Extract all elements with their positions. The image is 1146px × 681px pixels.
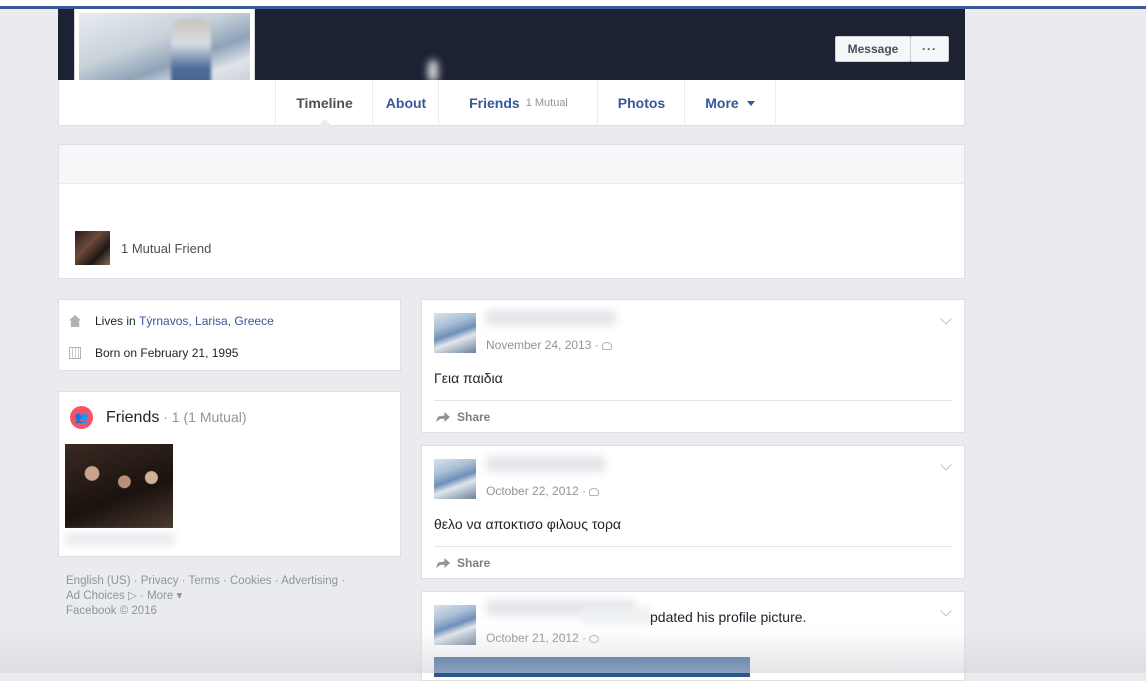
share-icon [436, 412, 450, 422]
footer-copyright: Facebook © 2016 [66, 605, 157, 617]
tab-about[interactable]: About [372, 80, 439, 125]
footer-line-2[interactable]: Ad Choices ▷ · More ▾ [66, 589, 386, 604]
share-button[interactable]: Share [436, 410, 490, 424]
post-timestamp[interactable]: November 24, 2013 · [486, 338, 612, 352]
post-image[interactable] [434, 657, 750, 677]
footer-links: English (US) · Privacy · Terms · Cookies… [66, 574, 386, 619]
mutual-friend-thumbnail[interactable] [75, 231, 110, 265]
more-options-button[interactable]: ··· [910, 36, 949, 62]
tab-photos[interactable]: Photos [597, 80, 685, 125]
tab-timeline[interactable]: Timeline [275, 80, 373, 126]
location-link[interactable]: Týrnavos, Larisa, Greece [139, 314, 274, 328]
post: pdated his profile picture. October 21, … [421, 591, 965, 681]
post-action-text: pdated his profile picture. [650, 609, 807, 625]
post-text: Γεια παιδια [434, 370, 503, 386]
tab-friends[interactable]: Friends 1 Mutual [438, 80, 598, 125]
message-button[interactable]: Message [835, 36, 911, 62]
caret-down-icon [746, 101, 755, 106]
mutual-friend-link[interactable]: 1 Mutual Friend [121, 241, 211, 256]
friends-audience-icon [601, 341, 612, 350]
chevron-down-icon[interactable] [940, 605, 952, 617]
post-timestamp[interactable]: October 22, 2012 · [486, 484, 600, 498]
calendar-icon [69, 347, 81, 359]
profile-nav: Timeline About Friends 1 Mutual Photos Mo… [58, 80, 965, 126]
post-timestamp[interactable]: October 21, 2012 · [486, 631, 600, 645]
home-icon [69, 315, 81, 327]
tab-more[interactable]: More [684, 80, 776, 125]
cover-glow [428, 60, 438, 82]
share-button[interactable]: Share [436, 556, 490, 570]
post-avatar[interactable] [434, 605, 476, 645]
friends-audience-icon [589, 487, 600, 496]
mutual-count: 1 Mutual [525, 96, 568, 109]
post-avatar[interactable] [434, 459, 476, 499]
friend-photo[interactable] [65, 444, 173, 528]
post: October 22, 2012 · θελο να αποκτισο φιλο… [421, 445, 965, 579]
friends-icon: 👥 [70, 406, 93, 429]
friends-card: 👥 Friends · 1 (1 Mutual) [58, 391, 401, 557]
intro-card: 1 Mutual Friend [58, 144, 965, 279]
share-icon [436, 558, 450, 568]
public-globe-icon [589, 634, 600, 643]
post: November 24, 2013 · Γεια παιδια Share [421, 299, 965, 433]
lives-in-row: Lives in Týrnavos, Larisa, Greece [69, 314, 274, 328]
post-author-blurred [486, 456, 606, 472]
footer-line-1[interactable]: English (US) · Privacy · Terms · Cookies… [66, 574, 386, 589]
chevron-down-icon[interactable] [940, 459, 952, 471]
post-avatar[interactable] [434, 313, 476, 353]
post-text: θελο να αποκτισο φιλους τορα [434, 516, 622, 532]
about-card: Lives in Týrnavos, Larisa, Greece Born o… [58, 299, 401, 371]
chevron-down-icon[interactable] [940, 313, 952, 325]
birthday-row: Born on February 21, 1995 [69, 346, 238, 360]
friend-name-blurred [65, 532, 175, 546]
friends-heading[interactable]: Friends · 1 (1 Mutual) [106, 409, 247, 427]
post-author-blurred [486, 310, 616, 326]
top-bar [0, 0, 1146, 9]
